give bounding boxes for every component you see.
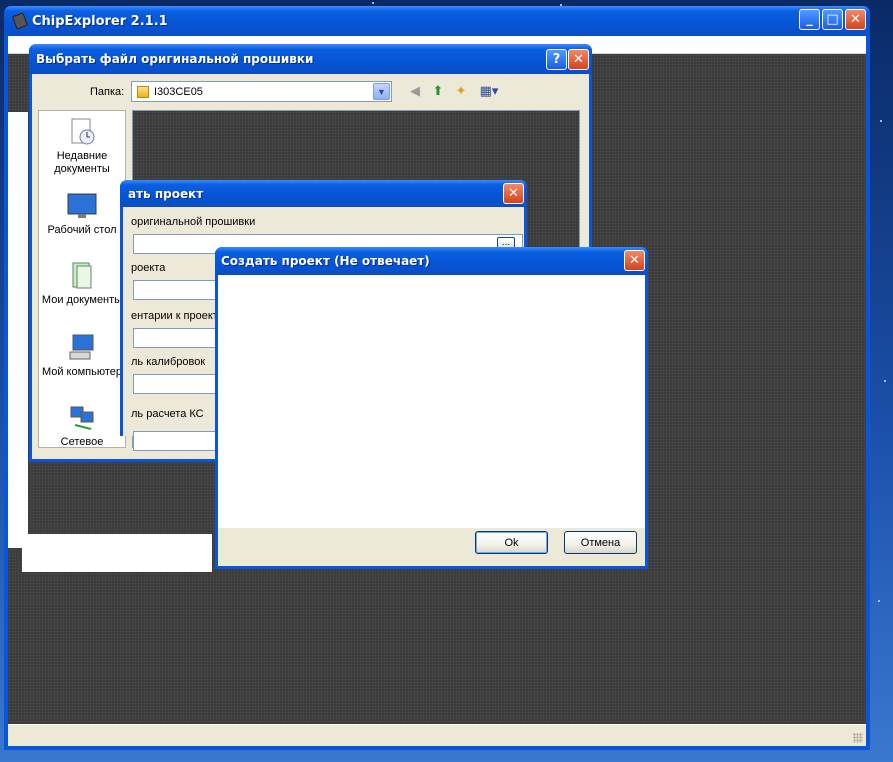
create-dialog-close-button[interactable]: ✕: [503, 183, 524, 204]
ok-button[interactable]: Ok: [475, 531, 548, 554]
desktop-icon: [67, 191, 97, 221]
calibration-module-label: ль калибровок: [131, 356, 206, 368]
network-icon: [67, 403, 97, 433]
place-label: Мои документы: [41, 294, 123, 306]
minimize-button[interactable]: _: [799, 9, 820, 30]
unpainted-region: [22, 534, 212, 572]
my-documents-icon: [67, 261, 97, 291]
desktop-star: [880, 120, 882, 122]
create-dialog-title: ать проект: [128, 186, 204, 201]
hung-dialog-title-bar[interactable]: Создать проект (Не отвечает) ✕: [215, 247, 648, 275]
up-folder-icon[interactable]: ⬆: [429, 82, 447, 100]
place-label: Мой компьютер: [41, 366, 123, 378]
project-name-label: роекта: [131, 262, 166, 274]
desktop-star: [884, 380, 886, 382]
hung-dialog-client: Ok Отмена: [218, 275, 645, 566]
project-comments-label: ентарии к проект: [131, 310, 218, 322]
hung-dialog-button-bar: Ok Отмена: [218, 528, 645, 566]
close-button[interactable]: ✕: [845, 9, 866, 30]
maximize-button[interactable]: □: [822, 9, 843, 30]
place-label: Рабочий стол: [47, 224, 117, 236]
hung-dialog-title: Создать проект (Не отвечает): [221, 254, 430, 268]
place-my-computer[interactable]: Мой компьютер: [39, 333, 125, 379]
place-recent-documents[interactable]: Недавние документы: [39, 117, 125, 176]
place-label: Сетевое: [60, 436, 104, 448]
new-folder-icon[interactable]: ✦: [452, 82, 470, 100]
folder-label: Папка:: [90, 86, 125, 98]
place-network[interactable]: Сетевое: [39, 403, 125, 448]
app-chip-icon: [11, 12, 29, 30]
desktop-star: [878, 600, 880, 602]
recent-documents-icon: [67, 117, 97, 147]
my-computer-icon: [67, 333, 97, 363]
create-dialog-title-bar[interactable]: ать проект ✕: [120, 180, 527, 207]
view-menu-icon[interactable]: ▦▾: [477, 82, 501, 100]
open-dialog-close-button[interactable]: ✕: [568, 49, 589, 70]
size-grip-icon[interactable]: [853, 733, 863, 743]
firmware-file-label: оригинальной прошивки: [131, 216, 256, 228]
not-responding-dialog: Создать проект (Не отвечает) ✕ Ok Отмена: [215, 247, 648, 569]
cancel-button[interactable]: Отмена: [564, 531, 637, 554]
help-button[interactable]: ?: [546, 49, 567, 70]
open-dialog-title-bar[interactable]: Выбрать файл оригинальной прошивки ? ✕: [29, 44, 592, 74]
checksum-module-label: ль расчета КС: [131, 408, 204, 420]
open-dialog-title: Выбрать файл оригинальной прошивки: [36, 52, 314, 66]
place-desktop[interactable]: Рабочий стол: [39, 191, 125, 237]
app-title: ChipExplorer 2.1.1: [32, 13, 168, 29]
folder-select[interactable]: I303CE05 ▼: [131, 81, 392, 102]
back-icon[interactable]: ◀: [406, 82, 424, 100]
main-title-bar[interactable]: ChipExplorer 2.1.1 _ □ ✕: [4, 6, 870, 36]
chevron-down-icon[interactable]: ▼: [373, 83, 390, 100]
folder-icon: [137, 85, 149, 98]
status-bar: [8, 724, 866, 746]
folder-value: I303CE05: [154, 85, 203, 98]
desktop-star: [372, 2, 374, 4]
unpainted-region: [8, 112, 28, 548]
place-label: Недавние документы: [54, 150, 110, 175]
places-bar: Недавние документы Рабочий стол Мои доку…: [38, 110, 126, 448]
place-my-documents[interactable]: Мои документы: [39, 261, 125, 307]
hung-dialog-close-button[interactable]: ✕: [624, 250, 645, 271]
